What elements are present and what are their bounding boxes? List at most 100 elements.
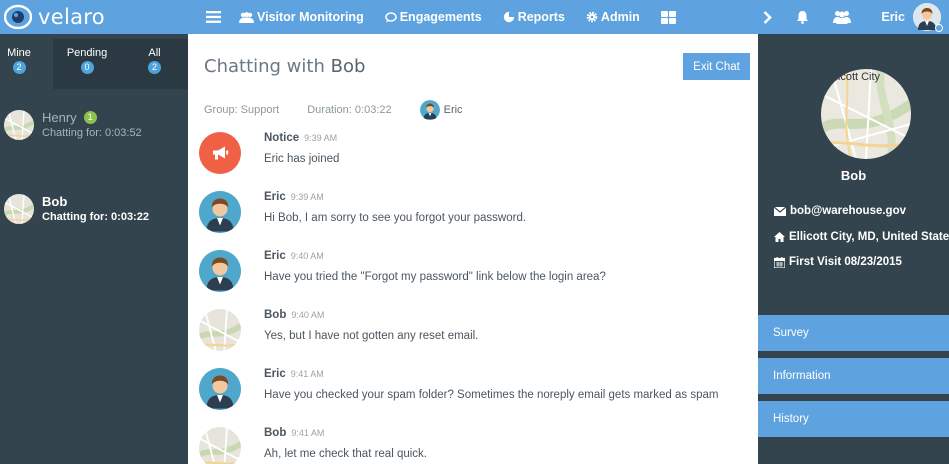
message-text: Yes, but I have not gotten any reset ema… [264,330,479,342]
nav-label: Admin [600,10,640,24]
visitor-email[interactable]: bob@warehouse.gov [774,205,906,217]
message-author: Eric [264,250,286,262]
message-time: 9:40 AM [290,251,324,261]
visitor-email-text: bob@warehouse.gov [790,205,907,217]
map-avatar [199,309,241,351]
nav-label: Engagements [399,10,482,24]
accordion-survey[interactable]: Survey [758,315,949,351]
chat-message: Eric 9:41 AM Have you checked your spam f… [199,368,718,410]
chat-group: Group: Support [204,104,280,116]
message-author: Eric [264,368,286,380]
visitor-location-map: llicott City [821,69,911,159]
message-author: Bob [264,309,287,321]
nav-reports[interactable]: Reports [503,10,565,24]
visitor-location-text: Ellicott City, MD, United States [789,231,949,243]
visitor-location: Ellicott City, MD, United States [774,231,949,243]
chat-duration: Duration: 0:03:22 [307,104,392,116]
message-time: 9:41 AM [291,428,325,438]
grid-apps-icon[interactable] [660,10,676,24]
message-author: Eric [264,191,286,203]
chat-message: Bob 9:41 AM Ah, let me check that real qu… [199,427,427,464]
tab-label: All [148,47,161,59]
map-avatar [4,194,34,224]
brand-logo[interactable]: velaro [4,4,105,30]
top-nav-bar: velaro Visitor Monitoring Engagements Re… [0,0,949,34]
message-text: Ah, let me check that real quick. [264,448,427,460]
nav-visitor-monitoring[interactable]: Visitor Monitoring [239,10,364,24]
chat-visitor-name: Bob [42,194,68,209]
accordion-history[interactable]: History [758,401,949,437]
chat-list-item-bob[interactable]: Bob Chatting for: 0:03:22 [4,194,149,224]
agent-avatar-icon [199,191,241,233]
chat-panel: Chatting with Bob Exit Chat Group: Suppo… [188,34,758,464]
tab-count-badge: 2 [12,61,26,74]
top-right-nav: Eric [763,0,949,34]
user-name[interactable]: Eric [881,10,905,24]
main-nav: Visitor Monitoring Engagements Reports A… [206,0,697,34]
accordion-information[interactable]: Information [758,358,949,394]
chat-agent-name: Eric [443,104,463,116]
nav-admin[interactable]: Admin [586,10,640,24]
tab-label: Pending [66,47,108,59]
chat-message: Eric 9:39 AM Hi Bob, I am sorry to see yo… [199,191,526,233]
tab-mine[interactable]: Mine 2 [0,39,38,89]
visitor-first-visit-text: First Visit 08/23/2015 [789,256,902,268]
tab-all[interactable]: All 2 [121,39,188,89]
chat-message: Notice 9:39 AM Eric has joined [199,132,339,174]
chat-title-prefix: Chatting with [204,56,331,77]
visitor-name: Bob [840,168,867,183]
map-avatar [4,110,34,140]
chat-duration: Chatting for: 0:03:22 [42,211,149,223]
chat-list-item-henry[interactable]: Henry 1 Chatting for: 0:03:52 [4,110,142,140]
chat-message: Bob 9:40 AM Yes, but I have not gotten an… [199,309,478,351]
nav-engagements[interactable]: Engagements [384,10,482,24]
message-text: Have you checked your spam folder? Somet… [264,389,719,401]
tab-count-badge: 2 [148,61,161,74]
message-time: 9:41 AM [290,369,324,379]
bell-icon[interactable] [796,10,809,24]
message-time: 9:40 AM [291,310,325,320]
team-icon[interactable] [833,10,852,24]
brand-name: velaro [38,5,105,29]
chat-list-sidebar: Mine 2 Pending 0 All 2 Henry 1 Chatting … [0,34,188,464]
exit-chat-button[interactable]: Exit Chat [683,53,750,80]
home-icon [774,232,785,242]
unread-badge: 1 [83,111,97,124]
chat-visitor-name: Henry [42,110,77,125]
message-time: 9:39 AM [304,133,338,143]
hamburger-menu-icon[interactable] [206,11,221,23]
agent-avatar-icon [419,100,440,120]
chat-message: Eric 9:40 AM Have you tried the "Forgot m… [199,250,606,292]
tab-label: Mine [7,47,31,59]
chat-bubble-icon [384,11,397,23]
message-author: Notice [264,132,300,144]
agent-avatar-icon [199,368,241,410]
chat-duration: Chatting for: 0:03:52 [42,127,142,139]
message-author: Bob [264,427,287,439]
velaro-logo-icon [4,4,32,30]
calendar-icon [774,256,785,268]
chevron-right-icon[interactable] [763,10,773,24]
tab-count-badge: 0 [80,61,94,74]
tab-pending[interactable]: Pending 0 [53,39,121,89]
agent-avatar-icon [199,250,241,292]
visitor-first-visit: First Visit 08/23/2015 [774,256,902,268]
user-avatar[interactable] [913,3,943,32]
online-status-dot [935,24,943,32]
chat-meta: Group: Support Duration: 0:03:22 Eric [204,100,463,120]
message-text: Have you tried the "Forgot my password" … [264,271,606,283]
message-time: 9:39 AM [290,192,324,202]
chat-title-name: Bob [330,56,366,77]
message-text: Eric has joined [264,153,340,165]
nav-label: Visitor Monitoring [257,10,364,24]
users-icon [239,11,254,23]
megaphone-icon [199,132,241,174]
pie-chart-icon [503,11,515,23]
chat-filter-tabs: Mine 2 Pending 0 All 2 [0,39,188,89]
chat-agent: Eric [419,100,463,120]
message-text: Hi Bob, I am sorry to see you forgot you… [264,212,527,224]
envelope-icon [774,206,786,216]
chat-title: Chatting with Bob [204,56,365,77]
nav-label: Reports [517,10,565,24]
gear-icon [586,11,598,23]
